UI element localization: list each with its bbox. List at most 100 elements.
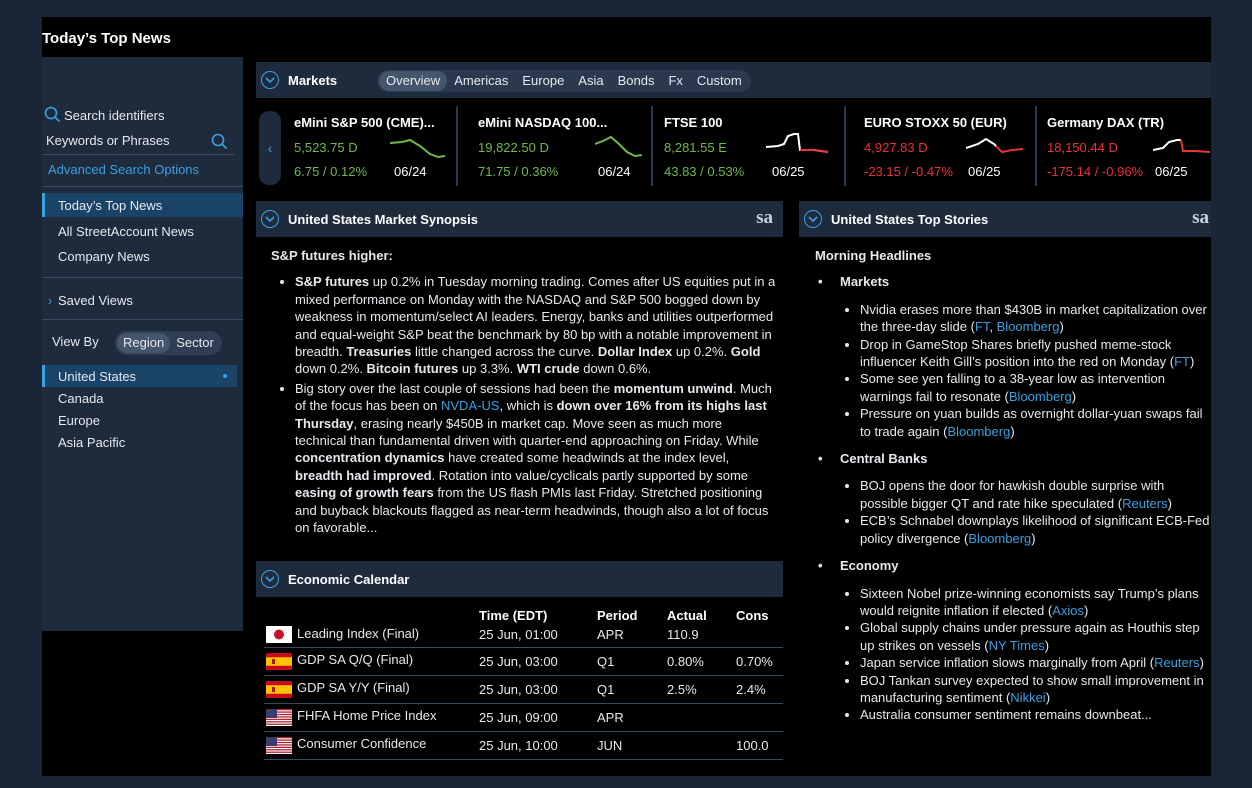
source-link[interactable]: FT [975,319,989,334]
ticker-price: 4,927.83 D [864,140,928,155]
source-link[interactable]: Reuters [1154,655,1200,670]
headline-item: BOJ Tankan survey expected to show small… [860,672,1211,707]
source-link[interactable]: Nikkei [1010,690,1045,705]
calendar-event: Leading Index (Final) [264,623,479,648]
ticker-tile[interactable]: EURO STOXX 50 (EUR) 4,927.83 D -23.15 / … [864,106,1029,186]
source-link[interactable]: Bloomberg [1009,389,1072,404]
region-canada[interactable]: Canada [42,387,237,409]
selected-dot-icon [223,374,227,378]
tab-bonds[interactable]: Bonds [611,71,662,91]
search-identifiers-label: Search identifiers [64,107,165,123]
ticker-link[interactable]: NVDA-US [441,398,500,413]
calendar-period: APR [597,623,667,648]
ticker-price: 18,150.44 D [1047,140,1118,155]
view-by-region[interactable]: Region [117,333,171,353]
ticker-name: EURO STOXX 50 (EUR) [864,115,1007,130]
headline-text: Australia consumer sentiment remains dow… [860,707,1152,723]
collapse-chevron-icon[interactable] [261,210,279,228]
sparkline [1153,139,1211,153]
search-icon[interactable] [211,133,228,150]
japan-flag-icon [266,626,292,644]
collapse-chevron-icon[interactable] [804,210,822,228]
synopsis-bullet: Big story over the last couple of sessio… [295,380,776,537]
source-link[interactable]: NY Times [989,638,1045,653]
page-title: Today’s Top News [42,30,171,47]
region-list: United States Canada Europe Asia Pacific [42,365,237,453]
region-united-states[interactable]: United States [42,365,237,387]
source-link[interactable]: Axios [1052,603,1084,618]
markets-panel-header: Markets Overview Americas Europe Asia Bo… [256,62,1211,98]
top-stories-panel-header: United States Top Stories sa [799,201,1211,237]
chevron-right-icon: › [47,292,53,308]
calendar-event: GDP SA Q/Q (Final) [264,647,479,676]
source-link[interactable]: Reuters [1122,496,1168,511]
tab-fx[interactable]: Fx [661,71,689,91]
body-text: Big story over the last couple of sessio… [295,380,614,396]
headline-text: Japan service inflation slows marginally… [860,655,1155,671]
nav-all-streetaccount-news[interactable]: All StreetAccount News [42,219,243,243]
bold-text: concentration dynamics [295,450,445,466]
body-text: have created some headwinds at the index… [444,450,730,466]
collapse-chevron-icon[interactable] [261,570,279,588]
source-link[interactable]: Bloomberg [947,424,1010,439]
calendar-table: Time (EDT) Period Actual Cons Leading In… [264,601,783,760]
usa-flag-icon [266,708,292,726]
streetaccount-logo: sa [756,207,773,229]
tab-americas[interactable]: Americas [447,71,515,91]
ticker-prev-button[interactable]: ‹ [259,111,281,185]
body-text: down 0.6%. [579,361,652,377]
ticker-tile[interactable]: eMini NASDAQ 100... 19,822.50 D 71.75 / … [478,106,643,186]
source-link[interactable]: FT [1174,354,1190,369]
calendar-row[interactable]: GDP SA Y/Y (Final) 25 Jun, 03:00 Q1 2.5% 2.4… [264,675,783,704]
calendar-row[interactable]: FHFA Home Price Index 25 Jun, 09:00 APR [264,703,783,732]
ticker-tile[interactable]: Germany DAX (TR) 18,150.44 D -175.14 / -… [1047,106,1211,186]
region-label: Asia Pacific [58,434,126,450]
top-stories-body: Morning Headlines Markets Nvidia erases m… [799,237,1211,773]
event-name: GDP SA Y/Y (Final) [297,680,410,696]
tab-overview[interactable]: Overview [379,71,448,91]
source-link[interactable]: Bloomberg [997,319,1060,334]
tab-custom[interactable]: Custom [690,71,749,91]
section-heading: Economy [818,557,1211,575]
streetaccount-logo: sa [1192,207,1209,229]
region-asia-pacific[interactable]: Asia Pacific [42,431,237,453]
calendar-row[interactable]: GDP SA Q/Q (Final) 25 Jun, 03:00 Q1 0.80% 0.… [264,647,783,676]
event-name: FHFA Home Price Index [297,708,437,724]
headline-item: Australia consumer sentiment remains dow… [860,706,1211,723]
ticker-change: 6.75 / 0.12% [294,164,367,179]
source-link[interactable]: Bloomberg [968,531,1031,546]
ticker-tile[interactable]: FTSE 100 8,281.55 E 43.83 / 0.53% 06/25 [664,106,834,186]
keywords-input[interactable] [46,133,206,148]
search-identifiers-row[interactable]: Search identifiers [42,105,243,125]
calendar-time: 25 Jun, 03:00 [479,675,597,704]
ticker-tile[interactable]: eMini S&P 500 (CME)... 5,523.75 D 6.75 /… [294,106,449,186]
ticker-change: 43.83 / 0.53% [664,164,745,179]
body-text: up 0.2%. [672,344,731,360]
top-stories-title: United States Top Stories [831,211,989,227]
bold-text: Dollar Index [597,344,673,360]
app-window: Today’s Top News Search identifiers Adva… [42,17,1211,776]
calendar-actual: 2.5% [667,675,736,704]
ticker-price: 5,523.75 D [294,140,358,155]
nav-todays-top-news[interactable]: Today’s Top News [42,193,243,217]
sidebar: Search identifiers Advanced Search Optio… [42,57,243,631]
headline-list: Sixteen Nobel prize-winning economists s… [860,585,1211,724]
title-bar: Today’s Top News [42,17,1211,57]
region-label: United States [58,368,137,384]
region-europe[interactable]: Europe [42,409,237,431]
col-time: Time (EDT) [479,608,548,623]
calendar-actual: 110.9 [667,623,736,648]
collapse-chevron-icon[interactable] [261,71,279,89]
headline-item: Some see yen falling to a 38-year low as… [860,370,1211,405]
bold-text: momentum unwind [613,380,733,396]
saved-views-toggle[interactable]: › Saved Views [42,290,133,310]
tab-asia[interactable]: Asia [571,71,610,91]
advanced-search-link[interactable]: Advanced Search Options [48,162,199,177]
nav-company-news[interactable]: Company News [42,244,243,268]
divider [42,186,243,187]
keywords-field[interactable] [42,131,234,155]
tab-europe[interactable]: Europe [515,71,571,91]
view-by-sector[interactable]: Sector [170,333,220,353]
calendar-row[interactable]: Consumer Confidence 25 Jun, 10:00 JUN 100.0 [264,731,783,760]
calendar-row[interactable]: Leading Index (Final) 25 Jun, 01:00 APR 110… [264,623,783,648]
